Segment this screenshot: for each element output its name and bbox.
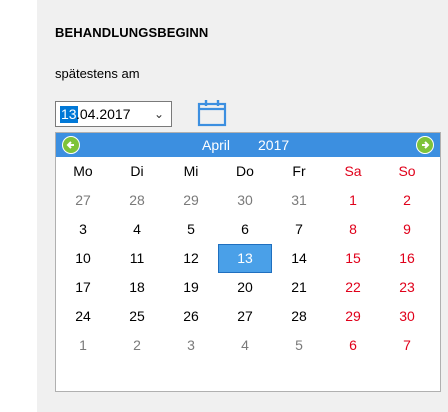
calendar-day[interactable]: 22 xyxy=(326,273,380,302)
calendar-day[interactable]: 1 xyxy=(326,186,380,215)
weekday-label: Sa xyxy=(344,163,362,179)
calendar-day[interactable]: 11 xyxy=(110,244,164,273)
calendar-day[interactable]: 7 xyxy=(380,331,434,360)
calendar-week-row: 27 28 29 30 31 1 2 xyxy=(56,186,440,215)
calendar-day[interactable]: 3 xyxy=(164,331,218,360)
month-label[interactable]: April xyxy=(202,137,230,153)
calendar-day[interactable]: 12 xyxy=(164,244,218,273)
calendar-day[interactable]: 2 xyxy=(380,186,434,215)
section-title: BEHANDLUNGSBEGINN xyxy=(55,25,209,40)
date-picker-input[interactable]: 13 .04.2017 ⌄ xyxy=(55,101,172,127)
calendar-day[interactable]: 5 xyxy=(272,331,326,360)
calendar-day[interactable]: 2 xyxy=(110,331,164,360)
calendar-day[interactable]: 27 xyxy=(218,302,272,331)
calendar-week-row: 17 18 19 20 21 22 23 xyxy=(56,273,440,302)
calendar-day[interactable]: 15 xyxy=(326,244,380,273)
calendar-week-row: 10 11 12 13 14 15 16 xyxy=(56,244,440,273)
calendar-day[interactable]: 6 xyxy=(326,331,380,360)
calendar-week-row: 24 25 26 27 28 29 30 xyxy=(56,302,440,331)
calendar-week-row: 3456789 xyxy=(56,215,440,244)
date-label: spätestens am xyxy=(55,66,140,81)
calendar-day[interactable]: 18 xyxy=(110,273,164,302)
calendar-day[interactable]: 23 xyxy=(380,273,434,302)
weekday-label: So xyxy=(398,163,416,179)
calendar-day[interactable]: 28 xyxy=(110,186,164,215)
calendar-day[interactable]: 28 xyxy=(272,302,326,331)
calendar-day[interactable]: 19 xyxy=(164,273,218,302)
calendar-day[interactable]: 24 xyxy=(56,302,110,331)
calendar-day[interactable]: 26 xyxy=(164,302,218,331)
calendar-week-row: 1234567 xyxy=(56,331,440,360)
weekday-label: Mo xyxy=(73,163,93,179)
calendar-day[interactable]: 14 xyxy=(272,244,326,273)
date-rest-text: .04.2017 xyxy=(76,106,131,122)
calendar-day[interactable]: 9 xyxy=(380,215,434,244)
calendar-day[interactable]: 25 xyxy=(110,302,164,331)
calendar-day[interactable]: 16 xyxy=(380,244,434,273)
arrow-right-icon xyxy=(422,141,430,149)
chevron-down-icon[interactable]: ⌄ xyxy=(154,106,164,123)
calendar-day[interactable]: 30 xyxy=(218,186,272,215)
date-day-segment[interactable]: 13 xyxy=(60,106,78,123)
calendar-day[interactable]: 30 xyxy=(380,302,434,331)
calendar-day[interactable]: 1 xyxy=(56,331,110,360)
calendar-day[interactable]: 8 xyxy=(326,215,380,244)
calendar-grid: Mo Di Mi Do Fr Sa So 27 28 29 30 31 1 2 3 4 5 6 7 8 9… xyxy=(56,157,440,360)
calendar-day[interactable]: 20 xyxy=(218,273,272,302)
calendar-day[interactable]: 17 xyxy=(56,273,110,302)
calendar-day[interactable]: 31 xyxy=(272,186,326,215)
calendar-popup: April 2017 Mo Di Mi Do Fr Sa So 27 28 29 30… xyxy=(55,132,441,392)
calendar-day[interactable]: 4 xyxy=(218,331,272,360)
calendar-weeks: 27 28 29 30 31 1 2 3 4 5 6 7 8 9 10 11 12 13 14 15 16 17 18 19 2… xyxy=(56,186,440,360)
calendar-day-selected[interactable]: 13 xyxy=(218,244,272,273)
calendar-day[interactable]: 29 xyxy=(164,186,218,215)
weekday-label: Do xyxy=(236,163,254,179)
year-label[interactable]: 2017 xyxy=(258,137,289,153)
weekday-header-row: Mo Di Mi Do Fr Sa So xyxy=(56,157,440,186)
weekday-label: Di xyxy=(130,163,144,179)
calendar-day[interactable]: 10 xyxy=(56,244,110,273)
weekday-label: Mi xyxy=(183,163,199,179)
calendar-day[interactable]: 27 xyxy=(56,186,110,215)
calendar-day[interactable]: 3 xyxy=(56,215,110,244)
calendar-day[interactable]: 6 xyxy=(218,215,272,244)
calendar-icon[interactable] xyxy=(196,98,228,128)
calendar-day[interactable]: 21 xyxy=(272,273,326,302)
arrow-left-icon xyxy=(66,141,74,149)
calendar-day[interactable]: 4 xyxy=(110,215,164,244)
next-month-button[interactable] xyxy=(416,136,434,154)
weekday-label: Fr xyxy=(292,163,306,179)
previous-month-button[interactable] xyxy=(62,136,80,154)
calendar-day[interactable]: 5 xyxy=(164,215,218,244)
calendar-header: April 2017 xyxy=(56,133,440,157)
calendar-day[interactable]: 7 xyxy=(272,215,326,244)
calendar-day[interactable]: 29 xyxy=(326,302,380,331)
